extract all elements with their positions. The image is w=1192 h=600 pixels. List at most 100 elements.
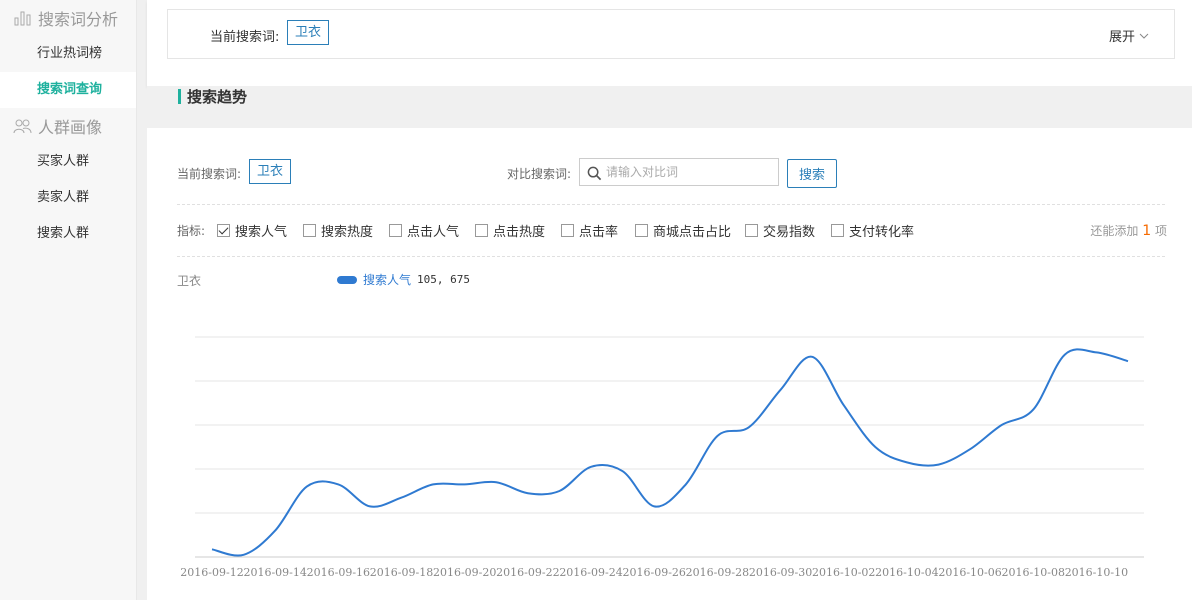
metric-label: 搜索热度 [321, 225, 374, 240]
metric-label: 商城点击占比 [653, 225, 732, 240]
chevron-down-icon [1139, 33, 1149, 39]
chart-header: 卫衣 搜索人气 105, 675 [177, 271, 777, 291]
x-tick-label: 2016-10-02 [812, 566, 875, 579]
x-tick-label: 2016-09-28 [686, 566, 749, 579]
compare-keyword-input[interactable] [606, 162, 771, 182]
metric-option[interactable]: 搜索热度 [303, 221, 373, 240]
data-point[interactable] [427, 478, 439, 490]
legend-series-value: 105, 675 [417, 273, 470, 286]
legend-series-name: 搜索人气 [363, 273, 412, 287]
section-header: 搜索趋势 [147, 86, 1192, 128]
metric-checkbox[interactable] [475, 224, 488, 237]
data-point[interactable] [522, 487, 534, 499]
sidebar: 搜索词分析行业热词榜 搜索词查询人群画像买家人群 卖家人群 搜索人群 [0, 0, 137, 600]
data-point[interactable] [332, 478, 344, 490]
x-tick-label: 2016-09-30 [749, 566, 812, 579]
series-line[interactable] [211, 348, 1129, 557]
sidebar-item[interactable]: 买家人群 [0, 144, 136, 180]
metric-option[interactable]: 商城点击占比 [635, 221, 731, 240]
x-tick-label: 2016-09-24 [559, 566, 622, 579]
data-point[interactable] [364, 500, 376, 512]
sidebar-group-title[interactable]: 搜索词分析 [0, 0, 136, 36]
divider [177, 256, 1165, 257]
data-point[interactable] [996, 419, 1008, 431]
metric-label: 点击热度 [493, 225, 546, 240]
x-tick-label: 2016-09-22 [496, 566, 559, 579]
search-icon [587, 166, 602, 181]
data-point[interactable] [932, 459, 944, 471]
data-point[interactable] [838, 399, 850, 411]
expand-toggle[interactable]: 展开 [1109, 26, 1149, 45]
compare-keyword-label: 对比搜索词: [507, 167, 572, 181]
data-point[interactable] [1027, 404, 1039, 416]
sidebar-group-label: 搜索词分析 [38, 10, 119, 29]
current-keyword-tag[interactable]: 卫衣 [287, 20, 330, 45]
data-point[interactable] [806, 351, 818, 363]
data-point[interactable] [490, 476, 502, 488]
sidebar-group-label: 人群画像 [38, 118, 103, 137]
data-point[interactable] [743, 421, 755, 433]
x-tick-label: 2016-09-20 [433, 566, 496, 579]
sidebar-item[interactable]: 行业热词榜 [0, 36, 136, 72]
metric-checkbox[interactable] [745, 224, 758, 237]
metric-option[interactable]: 点击率 [561, 221, 618, 240]
metric-option[interactable]: 点击人气 [389, 221, 459, 240]
data-point[interactable] [206, 543, 218, 555]
data-point[interactable] [711, 430, 723, 442]
data-point[interactable] [1059, 349, 1071, 361]
trend-chart: 2016-09-12 2016-09-14 2016-09-16 2016-09-18… [180, 336, 1144, 579]
data-point[interactable] [585, 461, 597, 473]
metric-checkbox[interactable] [303, 224, 316, 237]
query-row: 当前搜索词: 卫衣 对比搜索词: 搜索 [177, 158, 1167, 188]
add-more-count: 1 [1142, 223, 1152, 239]
metric-option[interactable]: 支付转化率 [831, 221, 914, 240]
data-point[interactable] [869, 441, 881, 453]
metric-label: 搜索人气 [235, 225, 288, 240]
x-tick-label: 2016-10-08 [1002, 566, 1065, 579]
sidebar-item[interactable]: 搜索人群 [0, 216, 136, 252]
metrics-row: 指标: 还能添加 1 项 搜索人气 搜索热度 点击人气 点击热度 点击率 商城点击占比 交易… [177, 221, 1167, 241]
search-button[interactable]: 搜索 [787, 159, 837, 188]
add-more-prefix: 还能添加 [1090, 224, 1139, 238]
top-panel: 当前搜索词: 卫衣 展开 [147, 0, 1192, 86]
metric-checkbox[interactable] [831, 224, 844, 237]
data-point[interactable] [680, 478, 692, 490]
x-tick-label: 2016-10-06 [938, 566, 1001, 579]
metric-label: 点击人气 [407, 225, 460, 240]
data-point[interactable] [617, 465, 629, 477]
metric-checkbox[interactable] [561, 224, 574, 237]
metric-checkbox[interactable] [217, 224, 230, 237]
data-point[interactable] [1122, 355, 1134, 367]
users-icon [13, 117, 33, 135]
data-point[interactable] [553, 485, 565, 497]
sidebar-item[interactable]: 搜索词查询 [0, 72, 136, 108]
data-point[interactable] [269, 525, 281, 537]
current-keyword-box: 当前搜索词: 卫衣 展开 [167, 9, 1175, 59]
data-point[interactable] [301, 481, 313, 493]
data-point[interactable] [648, 500, 660, 512]
add-more-hint: 还能添加 1 项 [1090, 222, 1167, 239]
metric-checkbox[interactable] [389, 224, 402, 237]
data-point[interactable] [1090, 346, 1102, 358]
divider [177, 204, 1165, 205]
metric-option[interactable]: 交易指数 [745, 221, 815, 240]
x-tick-label: 2016-09-12 [180, 566, 243, 579]
metrics-label: 指标: [177, 224, 206, 238]
data-point[interactable] [901, 456, 913, 468]
metric-label: 交易指数 [763, 225, 816, 240]
sidebar-group-title[interactable]: 人群画像 [0, 108, 136, 144]
metric-option[interactable]: 点击热度 [475, 221, 545, 240]
data-point[interactable] [964, 443, 976, 455]
sidebar-item[interactable]: 卖家人群 [0, 180, 136, 216]
metric-checkbox[interactable] [635, 224, 648, 237]
data-point[interactable] [775, 384, 787, 396]
data-point[interactable] [459, 478, 471, 490]
metric-option[interactable]: 搜索人气 [217, 221, 287, 240]
data-point[interactable] [238, 549, 250, 561]
main-content: 当前搜索词: 卫衣 展开 搜索趋势 当前搜索词: 卫衣 对比搜索词: 搜索 指标… [147, 0, 1192, 600]
current-keyword-label: 当前搜索词: [177, 167, 242, 181]
current-keyword-tag[interactable]: 卫衣 [249, 159, 292, 184]
chart-legend[interactable]: 搜索人气 105, 675 [337, 271, 470, 288]
data-point[interactable] [396, 492, 408, 504]
add-more-suffix: 项 [1154, 224, 1167, 238]
